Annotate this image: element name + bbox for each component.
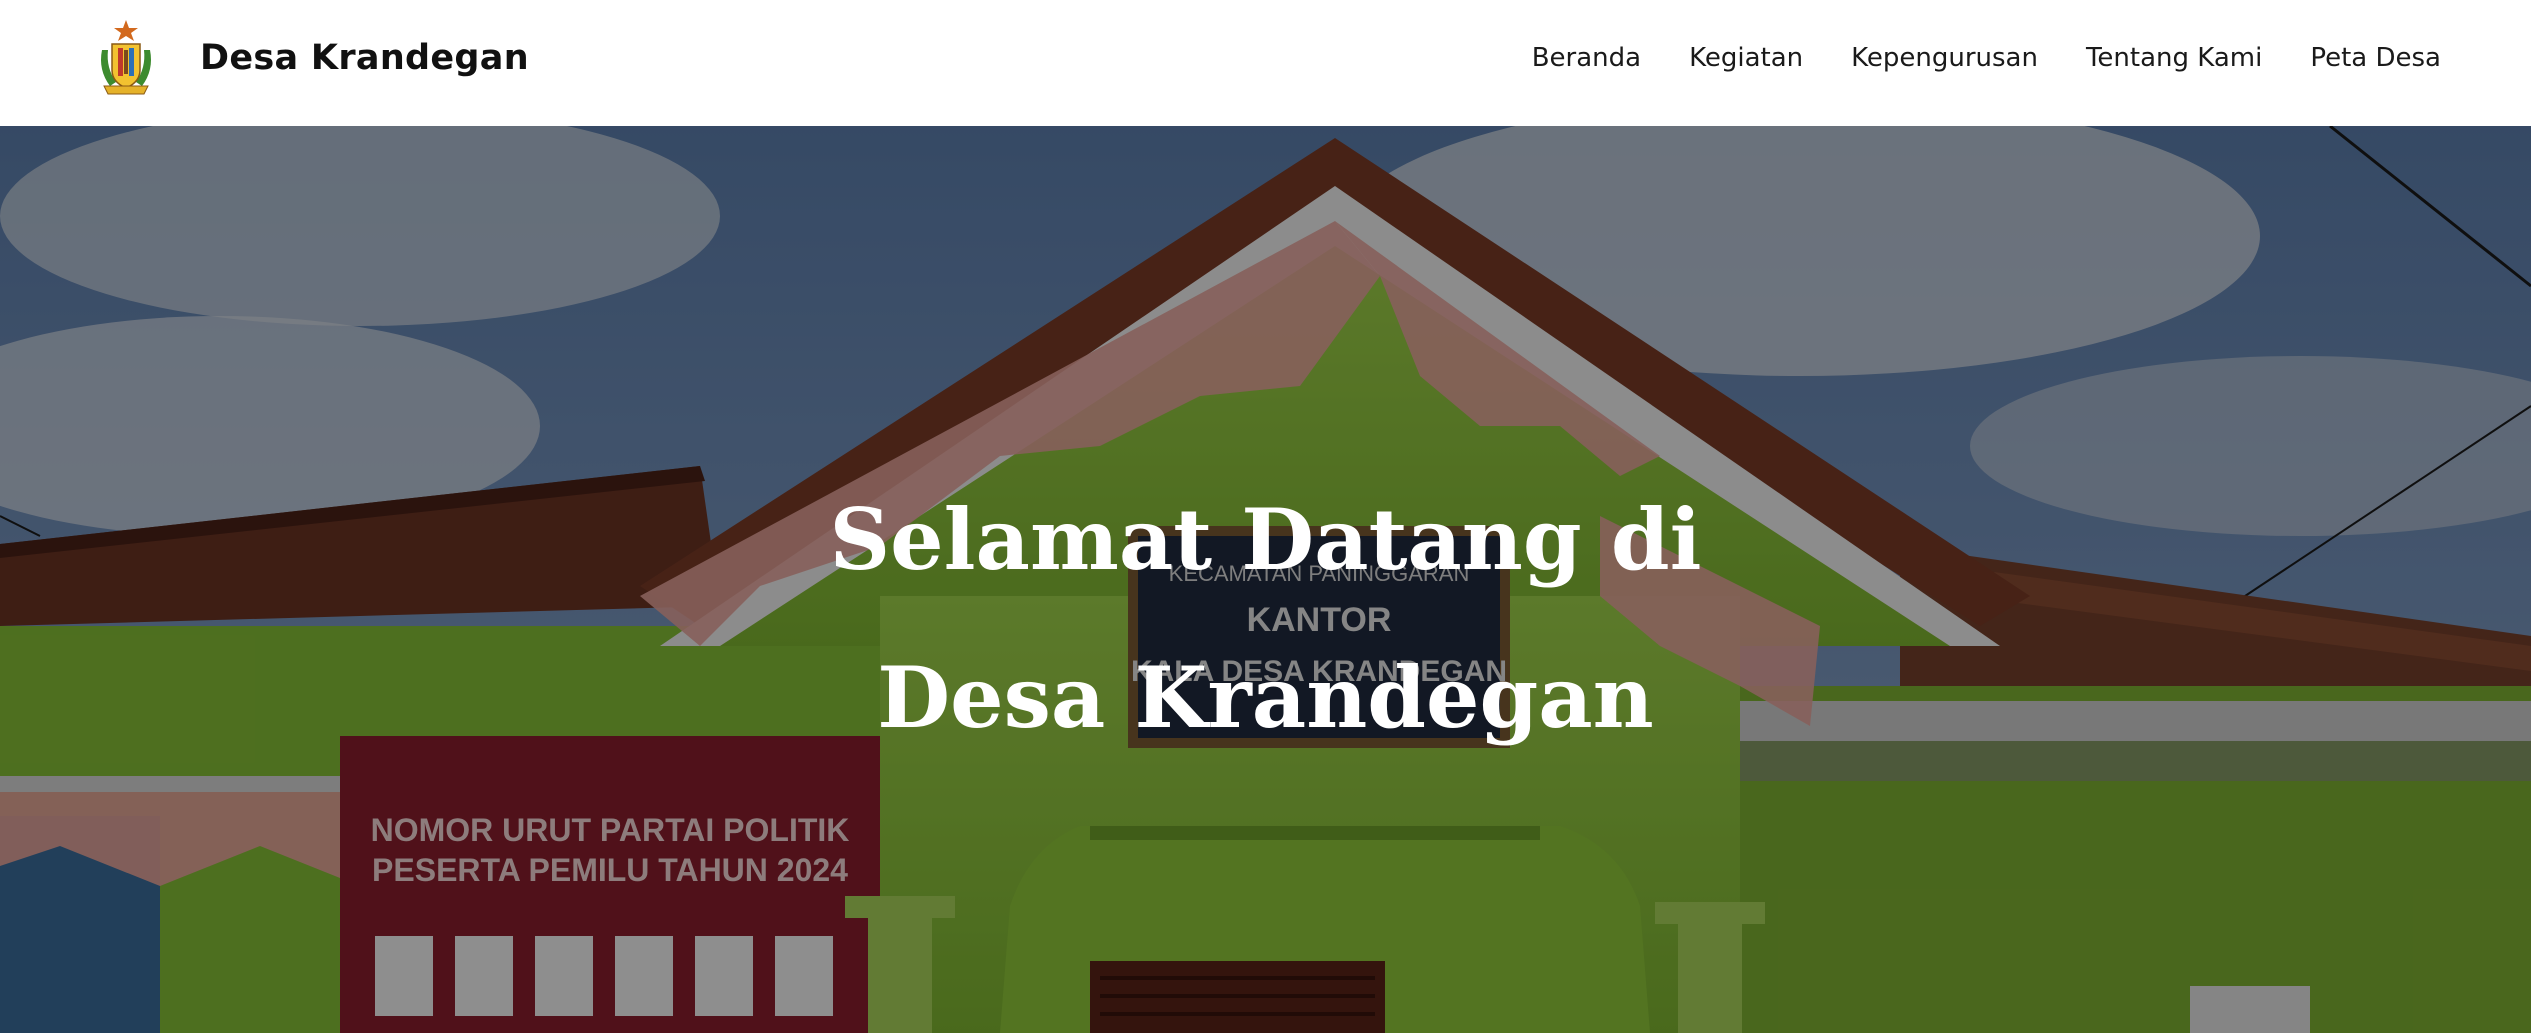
nav-item-tentang-kami: Tentang Kami — [2086, 43, 2262, 73]
nav-item-kegiatan: Kegiatan — [1689, 43, 1803, 73]
nav-link-kegiatan[interactable]: Kegiatan — [1689, 43, 1803, 73]
hero-title: Selamat Datang di Desa Krandegan — [0, 461, 2531, 777]
nav-link-tentang-kami[interactable]: Tentang Kami — [2086, 43, 2262, 73]
nav-item-kepengurusan: Kepengurusan — [1851, 43, 2038, 73]
hero-section: KECAMATAN PANINGGARAN KANTOR KALA DESA K… — [0, 126, 2531, 1033]
nav-link-peta-desa[interactable]: Peta Desa — [2310, 43, 2441, 73]
hero-title-line-2: Desa Krandegan — [877, 648, 1654, 747]
nav-link-kepengurusan[interactable]: Kepengurusan — [1851, 43, 2038, 73]
nav-item-beranda: Beranda — [1532, 43, 1641, 73]
top-navbar: Desa Krandegan Beranda Kegiatan Kepengur… — [0, 0, 2531, 126]
nav-item-peta-desa: Peta Desa — [2310, 43, 2441, 73]
nav-link-beranda[interactable]: Beranda — [1532, 43, 1641, 73]
hero-title-line-1: Selamat Datang di — [829, 490, 1702, 589]
brand-name: Desa Krandegan — [200, 38, 529, 78]
brand[interactable]: Desa Krandegan — [94, 20, 529, 96]
main-nav: Beranda Kegiatan Kepengurusan Tentang Ka… — [1532, 0, 2441, 116]
village-emblem-icon — [101, 20, 151, 95]
